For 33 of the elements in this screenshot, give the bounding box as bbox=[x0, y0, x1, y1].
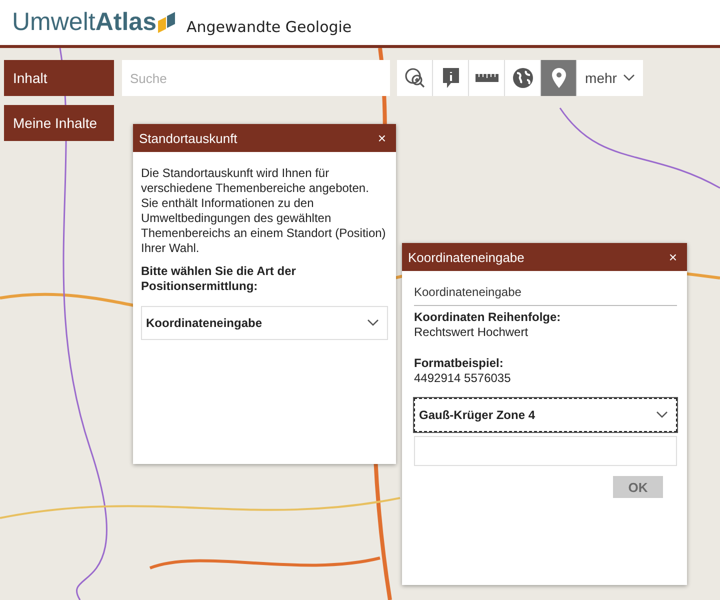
field-value: Rechtswert Hochwert bbox=[414, 325, 530, 340]
close-button[interactable]: × bbox=[374, 130, 390, 146]
description-text: Die Standortauskunft wird Ihnen für verschiedene Themenbereiche angeboten. Sie enthält Informationen zu den Umweltbedingungen des gewählten Themenbereichs an einem Standort (Position) Ihrer Wahl. bbox=[141, 166, 387, 256]
field-label: Formatbeispiel: bbox=[414, 356, 504, 371]
method-select[interactable]: Koordinateneingabe bbox=[141, 306, 388, 340]
toolbar-button[interactable] bbox=[505, 60, 541, 96]
more-button[interactable]: mehr bbox=[577, 60, 643, 96]
logo: UmweltAtlas bbox=[12, 8, 178, 37]
close-button[interactable]: × bbox=[664, 249, 681, 265]
ruler-icon bbox=[474, 73, 498, 83]
chevron-down-icon bbox=[656, 411, 668, 419]
info-icon bbox=[442, 67, 460, 89]
chevron-down-icon bbox=[622, 74, 635, 82]
chevron-down-icon bbox=[367, 319, 379, 327]
dialog-title: Standortauskunft bbox=[139, 130, 238, 146]
toolbar-button[interactable] bbox=[397, 60, 433, 96]
map-zoom-icon bbox=[404, 67, 426, 89]
section-heading: Koordinateneingabe bbox=[414, 285, 677, 306]
field-value: 4492914 5576035 bbox=[414, 371, 512, 386]
zone-select[interactable]: Gauß-Krüger Zone 4 bbox=[414, 398, 677, 432]
toolbar-button[interactable] bbox=[433, 60, 469, 96]
toolbar-button[interactable] bbox=[541, 60, 577, 96]
dialog-title: Koordinateneingabe bbox=[408, 250, 524, 264]
map-pin-icon bbox=[552, 68, 566, 88]
side-button[interactable]: Inhalt bbox=[4, 60, 114, 96]
field-label: Koordinaten Reihenfolge: bbox=[414, 310, 562, 325]
side-button[interactable]: Meine Inhalte bbox=[4, 105, 114, 141]
globe-icon bbox=[512, 67, 534, 89]
search-field[interactable]: Suche bbox=[122, 60, 390, 96]
app-title: Angewandte Geologie bbox=[186, 18, 352, 36]
prompt-label: Bitte wählen Sie die Art der Positionsermittlung: bbox=[141, 264, 297, 294]
coordinate-input[interactable] bbox=[414, 436, 677, 466]
toolbar-button[interactable] bbox=[469, 60, 505, 96]
